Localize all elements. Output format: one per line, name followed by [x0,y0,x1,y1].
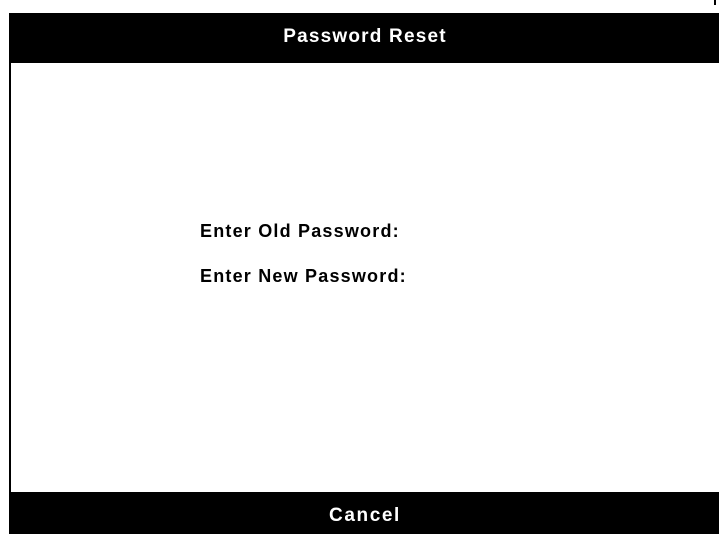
window-corner-mark [714,0,716,5]
password-form: Enter Old Password: Enter New Password: [200,219,407,288]
cancel-button[interactable]: Cancel [11,492,719,534]
new-password-label: Enter New Password: [200,266,407,286]
password-reset-screen: Password Reset Enter Old Password: Enter… [0,0,719,534]
title-bar: Password Reset [11,13,719,61]
password-reset-dialog: Password Reset Enter Old Password: Enter… [9,13,719,534]
footer-bar: Cancel [11,492,719,534]
title-divider [11,61,719,63]
old-password-label: Enter Old Password: [200,221,400,241]
dialog-title: Password Reset [283,26,447,47]
